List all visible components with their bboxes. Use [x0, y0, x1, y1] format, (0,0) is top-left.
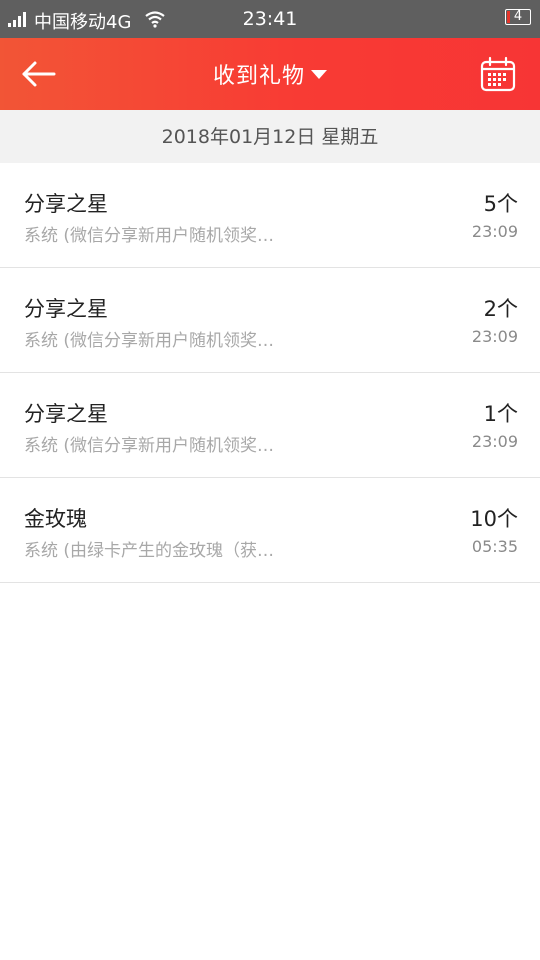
gift-time: 23:09: [471, 432, 518, 451]
clock: 23:41: [242, 8, 298, 30]
gift-description: 系统 (微信分享新用户随机领奖…: [24, 331, 275, 351]
battery-level-text: 4: [513, 9, 523, 24]
battery-icon: 4: [505, 9, 531, 25]
gift-time: 23:09: [471, 327, 518, 346]
gift-count: 5个: [483, 192, 518, 216]
gift-description: 系统 (由绿卡产生的金玫瑰（获…: [24, 541, 275, 561]
gift-list: 分享之星 系统 (微信分享新用户随机领奖… 5个 23:09 分享之星 系统 (…: [0, 163, 540, 583]
gift-row[interactable]: 分享之星 系统 (微信分享新用户随机领奖… 5个 23:09: [0, 163, 540, 268]
gift-description: 系统 (微信分享新用户随机领奖…: [24, 436, 275, 456]
page-title: 收到礼物: [212, 64, 305, 89]
status-bar: 中国移动4G 23:41 4: [0, 0, 540, 38]
gift-count: 10个: [470, 507, 518, 531]
nav-bar: 收到礼物: [0, 38, 540, 110]
gift-type-dropdown[interactable]: 收到礼物: [0, 58, 540, 90]
gift-count: 1个: [483, 402, 518, 426]
caret-down-icon: [311, 69, 327, 79]
gift-description: 系统 (微信分享新用户随机领奖…: [24, 226, 275, 246]
gift-time: 05:35: [471, 537, 518, 556]
gift-name: 分享之星: [24, 402, 108, 426]
gift-row[interactable]: 分享之星 系统 (微信分享新用户随机领奖… 2个 23:09: [0, 268, 540, 373]
calendar-icon[interactable]: [480, 56, 516, 92]
gift-row[interactable]: 分享之星 系统 (微信分享新用户随机领奖… 1个 23:09: [0, 373, 540, 478]
gift-row[interactable]: 金玫瑰 系统 (由绿卡产生的金玫瑰（获… 10个 05:35: [0, 478, 540, 583]
gift-count: 2个: [483, 297, 518, 321]
gift-time: 23:09: [471, 222, 518, 241]
gift-name: 分享之星: [24, 192, 108, 216]
gift-name: 分享之星: [24, 297, 108, 321]
date-header: 2018年01月12日 星期五: [0, 110, 540, 163]
gift-name: 金玫瑰: [24, 507, 87, 531]
